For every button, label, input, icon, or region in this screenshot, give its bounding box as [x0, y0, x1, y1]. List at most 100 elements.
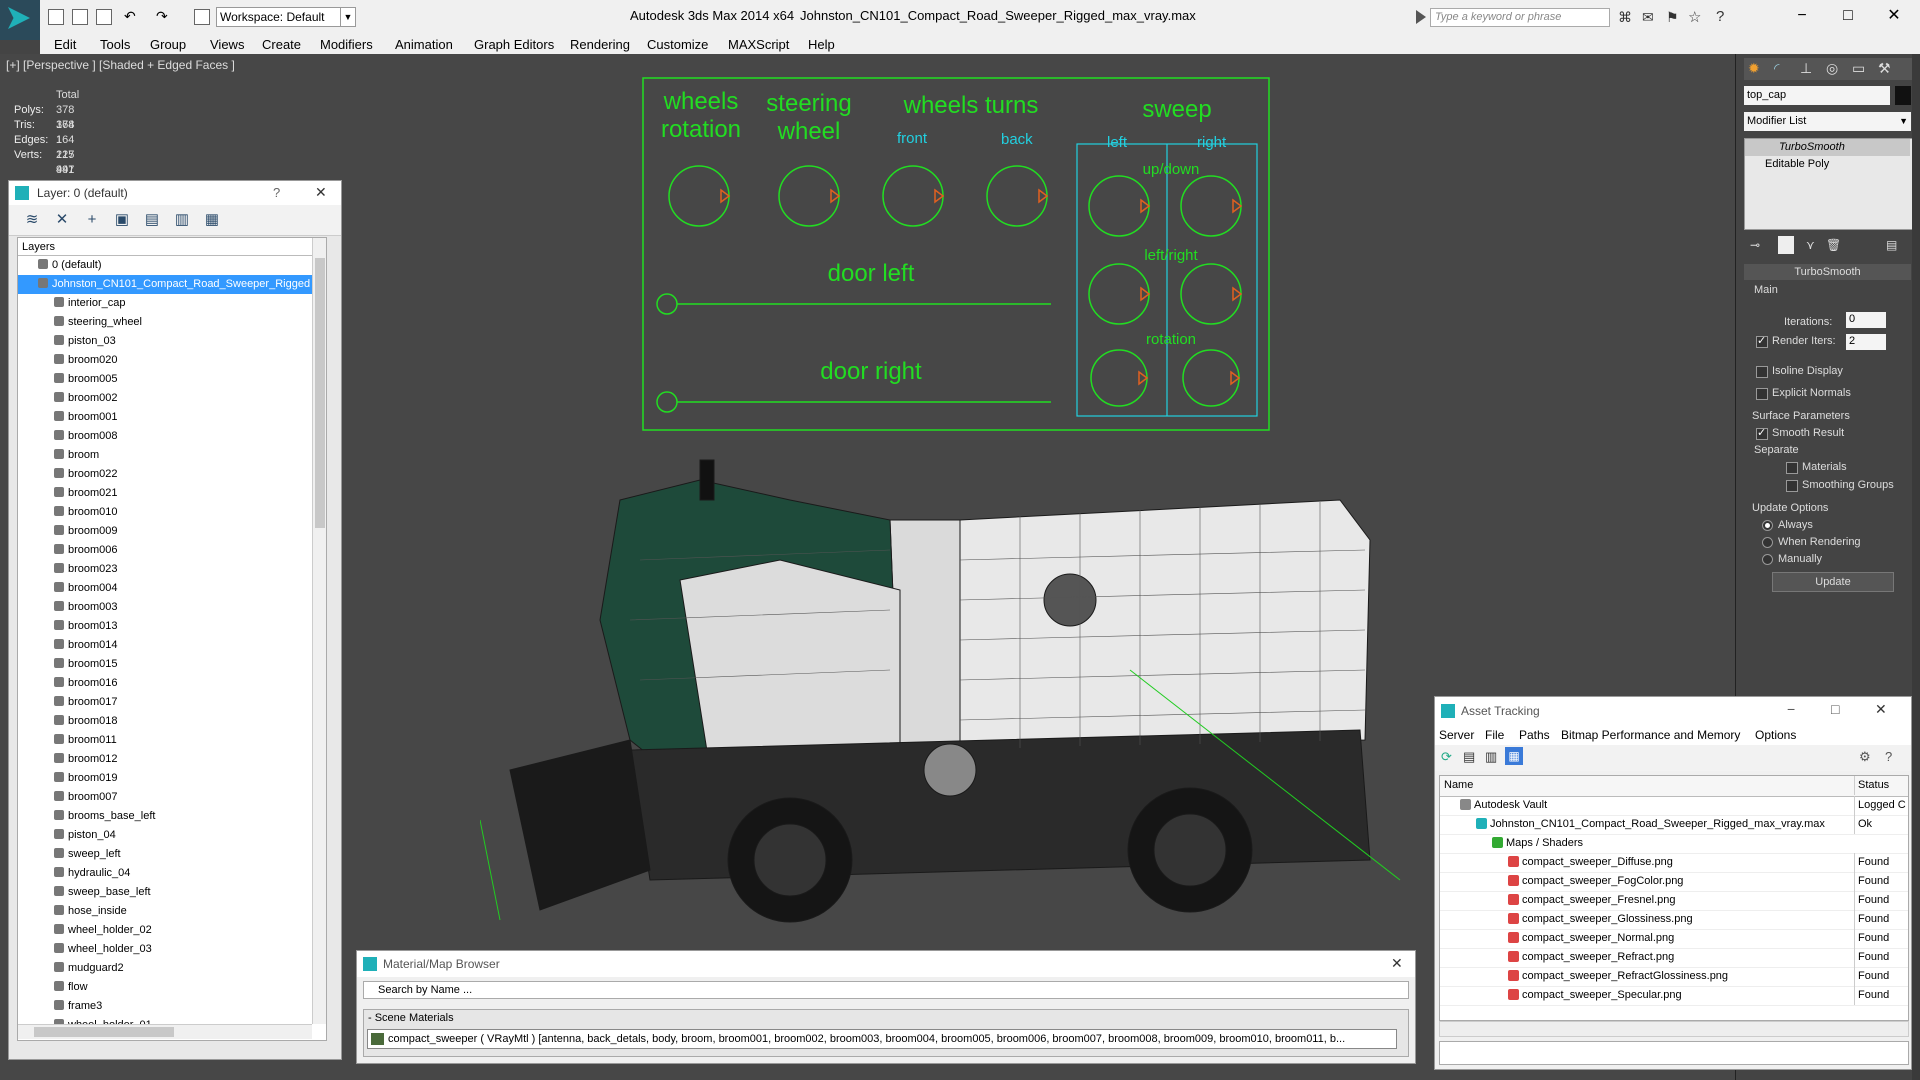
layer-row[interactable]: 0 (default)	[18, 256, 312, 275]
layer-row[interactable]: wheel_holder_03	[18, 940, 312, 959]
help-button[interactable]: ?	[273, 185, 280, 200]
motion-tab-icon[interactable]: ◎	[1826, 60, 1838, 77]
render-iters-spinner[interactable]: 2	[1846, 334, 1886, 350]
minimize-button[interactable]: −	[1784, 3, 1820, 29]
layer-row[interactable]: broom006	[18, 541, 312, 560]
app-logo-icon[interactable]	[0, 0, 40, 40]
close-button[interactable]: ✕	[315, 184, 327, 201]
menu-help[interactable]: Help	[808, 37, 835, 52]
layer-row[interactable]: wheel_holder_02	[18, 921, 312, 940]
asset-row[interactable]: compact_sweeper_Fresnel.png Found	[1440, 891, 1908, 911]
undo-icon[interactable]: ↶	[124, 9, 140, 25]
menu-animation[interactable]: Animation	[395, 37, 453, 52]
freeze-layer-icon[interactable]: ▦	[203, 211, 221, 229]
menu-modifiers[interactable]: Modifiers	[320, 37, 373, 52]
layer-row[interactable]: broom020	[18, 351, 312, 370]
object-color-swatch[interactable]	[1895, 86, 1911, 105]
scroll-thumb[interactable]	[315, 258, 325, 528]
asset-row[interactable]: compact_sweeper_Specular.png Found	[1440, 986, 1908, 1006]
close-button[interactable]: ✕	[1876, 3, 1912, 29]
menu-tools[interactable]: Tools	[100, 37, 130, 52]
viewport-label[interactable]: [+] [Perspective ] [Shaded + Edged Faces…	[6, 58, 235, 72]
hide-layer-icon[interactable]: ▥	[173, 211, 191, 229]
utilities-tab-icon[interactable]: ⚒	[1878, 60, 1891, 77]
vault-help-icon[interactable]: ?	[1885, 749, 1892, 764]
update-when-rendering-radio[interactable]	[1762, 537, 1773, 548]
asset-path-field[interactable]	[1439, 1041, 1909, 1065]
layer-row[interactable]: frame3	[18, 997, 312, 1016]
layer-manager-icon[interactable]: ≋	[23, 211, 41, 229]
menu-options[interactable]: Options	[1755, 728, 1796, 742]
add-layer-icon[interactable]: +	[83, 211, 101, 229]
column-name[interactable]: Name	[1444, 776, 1473, 795]
object-name-input[interactable]: top_cap	[1744, 86, 1890, 105]
layer-row[interactable]: Johnston_CN101_Compact_Road_Sweeper_Rigg…	[18, 275, 312, 294]
asset-row[interactable]: Maps / Shaders	[1440, 834, 1908, 854]
menu-bitmap-performance[interactable]: Bitmap Performance and Memory	[1561, 728, 1740, 742]
refresh-icon[interactable]: ⟳	[1441, 749, 1452, 765]
layer-row[interactable]: broom023	[18, 560, 312, 579]
layer-row[interactable]: broom004	[18, 579, 312, 598]
create-tab-icon[interactable]: ✹	[1748, 60, 1760, 77]
workspace-dropdown[interactable]: Workspace: Default ▼	[216, 7, 356, 27]
render-iters-checkbox[interactable]	[1756, 334, 1768, 348]
layer-row[interactable]: broom008	[18, 427, 312, 446]
material-entry[interactable]: compact_sweeper ( VRayMtl ) [antenna, ba…	[367, 1029, 1397, 1049]
vault-login-icon[interactable]: ⚙	[1859, 749, 1871, 765]
layer-row[interactable]: piston_03	[18, 332, 312, 351]
layer-row[interactable]: broom002	[18, 389, 312, 408]
asset-row[interactable]: Autodesk Vault Logged C	[1440, 796, 1908, 816]
layer-row[interactable]: broom013	[18, 617, 312, 636]
pin-stack-icon[interactable]: ⊸	[1750, 238, 1760, 252]
help-icon[interactable]: ?	[1716, 8, 1724, 25]
menu-customize[interactable]: Customize	[647, 37, 708, 52]
hierarchy-tab-icon[interactable]: ⊥	[1800, 60, 1812, 77]
layer-row[interactable]: broom019	[18, 769, 312, 788]
layer-row[interactable]: broom009	[18, 522, 312, 541]
layer-row[interactable]: hose_inside	[18, 902, 312, 921]
layer-row[interactable]: broom014	[18, 636, 312, 655]
display-tab-icon[interactable]: ▭	[1852, 60, 1865, 77]
scene-materials-label[interactable]: - Scene Materials	[368, 1012, 454, 1024]
layers-vertical-scrollbar[interactable]	[312, 238, 326, 1024]
menu-create[interactable]: Create	[262, 37, 301, 52]
asset-row[interactable]: compact_sweeper_Diffuse.png Found	[1440, 853, 1908, 873]
maximize-button[interactable]: □	[1831, 701, 1839, 717]
layer-row[interactable]: broom	[18, 446, 312, 465]
project-folder-icon[interactable]	[194, 9, 210, 25]
asset-row[interactable]: compact_sweeper_FogColor.png Found	[1440, 872, 1908, 892]
layers-horizontal-scrollbar[interactable]	[18, 1024, 312, 1039]
menu-group[interactable]: Group	[150, 37, 186, 52]
layer-row[interactable]: interior_cap	[18, 294, 312, 313]
explicit-normals-checkbox[interactable]	[1756, 388, 1768, 400]
layer-row[interactable]: broom010	[18, 503, 312, 522]
scroll-thumb[interactable]	[34, 1027, 174, 1037]
material-search-input[interactable]: Search by Name ...	[363, 981, 1409, 999]
select-layer-icon[interactable]: ▤	[143, 211, 161, 229]
maximize-button[interactable]: □	[1830, 3, 1866, 29]
isoline-display-checkbox[interactable]	[1756, 366, 1768, 378]
binoculars-icon[interactable]: ⌘	[1618, 9, 1632, 26]
asset-row[interactable]: compact_sweeper_Glossiness.png Found	[1440, 910, 1908, 930]
favorites-star-icon[interactable]: ☆	[1688, 8, 1701, 26]
modifier-list-dropdown[interactable]: Modifier List ▼	[1744, 112, 1911, 131]
menu-edit[interactable]: Edit	[54, 37, 76, 52]
menu-views[interactable]: Views	[210, 37, 244, 52]
configure-modifier-sets-icon[interactable]: ▤	[1886, 238, 1897, 252]
communication-center-icon[interactable]: ✉	[1642, 9, 1654, 26]
layer-row[interactable]: sweep_left	[18, 845, 312, 864]
material-browser-header[interactable]: Material/Map Browser ✕	[357, 951, 1415, 977]
layer-row[interactable]: brooms_base_left	[18, 807, 312, 826]
layer-row[interactable]: broom011	[18, 731, 312, 750]
asset-horizontal-scrollbar[interactable]	[1439, 1021, 1909, 1037]
new-file-icon[interactable]	[48, 9, 64, 25]
layer-row[interactable]: broom005	[18, 370, 312, 389]
menu-maxscript[interactable]: MAXScript	[728, 37, 789, 52]
layer-row[interactable]: steering_wheel	[18, 313, 312, 332]
layer-row[interactable]: broom017	[18, 693, 312, 712]
update-always-radio[interactable]	[1762, 520, 1773, 531]
layer-row[interactable]: flow	[18, 978, 312, 997]
layer-row[interactable]: broom012	[18, 750, 312, 769]
iterations-spinner[interactable]: 0	[1846, 312, 1886, 328]
asset-tracking-header[interactable]: Asset Tracking − □ ✕	[1435, 697, 1911, 725]
